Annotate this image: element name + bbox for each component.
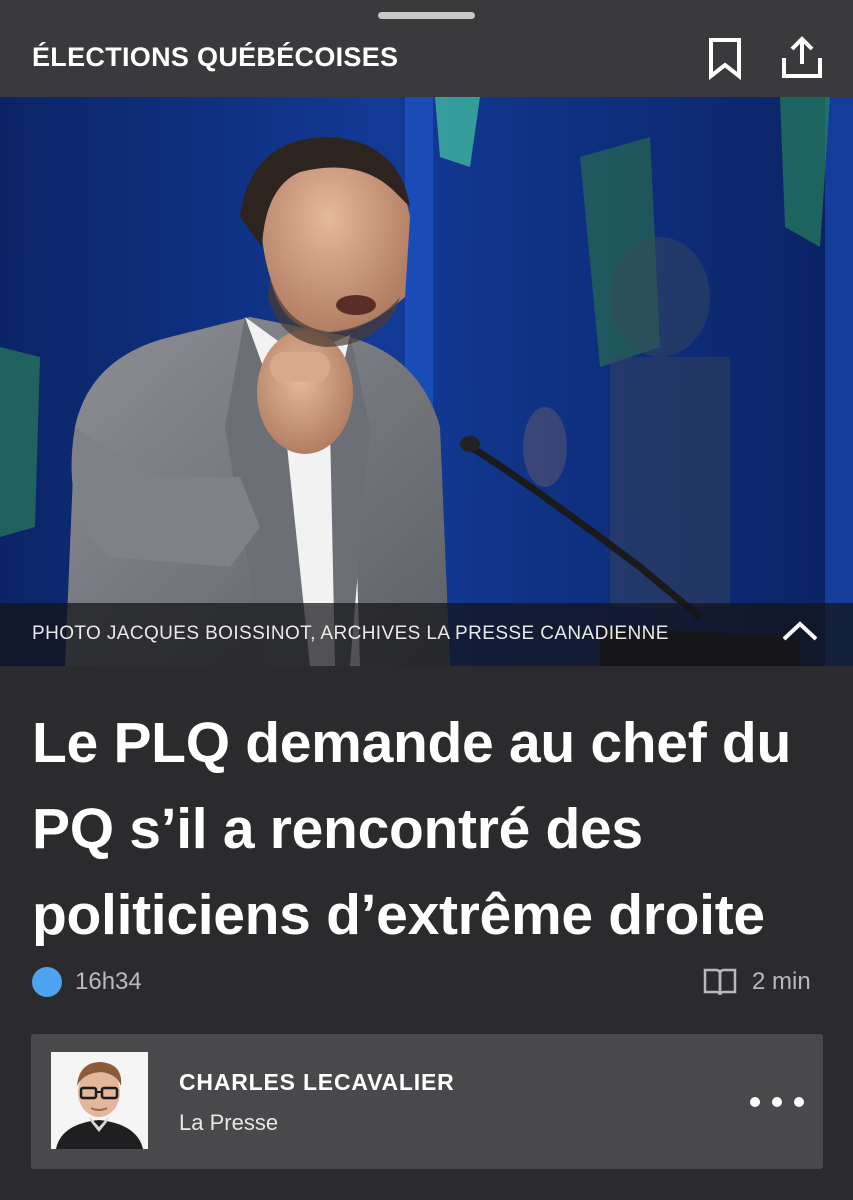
section-title[interactable]: ÉLECTIONS QUÉBÉCOISES bbox=[32, 42, 398, 73]
chevron-up-icon bbox=[782, 621, 818, 641]
more-horizontal-icon bbox=[750, 1097, 804, 1107]
collapse-caption-button[interactable] bbox=[778, 611, 822, 655]
photo-caption-bar: PHOTO JACQUES BOISSINOT, ARCHIVES LA PRE… bbox=[0, 603, 853, 666]
reading-time: 2 min bbox=[752, 968, 811, 995]
bookmark-button[interactable] bbox=[703, 36, 747, 81]
headline-line: Le PLQ demande au chef du bbox=[32, 711, 791, 775]
author-portrait bbox=[51, 1052, 148, 1149]
bookmark-icon bbox=[709, 38, 741, 81]
article-header: ÉLECTIONS QUÉBÉCOISES bbox=[0, 0, 853, 97]
more-options-button[interactable] bbox=[745, 1082, 809, 1122]
author-name[interactable]: CHARLES LECAVALIER bbox=[179, 1069, 455, 1096]
headline-line: PQ s’il a rencontré des bbox=[32, 797, 643, 861]
article-headline: Le PLQ demande au chef du PQ s’il a renc… bbox=[32, 700, 832, 958]
publish-time: 16h34 bbox=[75, 968, 142, 995]
book-icon bbox=[703, 968, 737, 996]
author-outlet: La Presse bbox=[179, 1110, 279, 1135]
politician-photo bbox=[0, 97, 853, 666]
photo-caption: PHOTO JACQUES BOISSINOT, ARCHIVES LA PRE… bbox=[32, 623, 669, 644]
headline-line: politiciens d’extrême droite bbox=[32, 883, 765, 947]
sheet-grabber-handle[interactable] bbox=[378, 12, 475, 19]
status-dot-icon bbox=[32, 967, 62, 997]
share-button[interactable] bbox=[780, 36, 824, 80]
author-avatar bbox=[51, 1052, 148, 1149]
share-icon bbox=[782, 36, 822, 78]
hero-photo[interactable] bbox=[0, 97, 853, 666]
author-card[interactable]: CHARLES LECAVALIER La Presse bbox=[31, 1034, 823, 1169]
